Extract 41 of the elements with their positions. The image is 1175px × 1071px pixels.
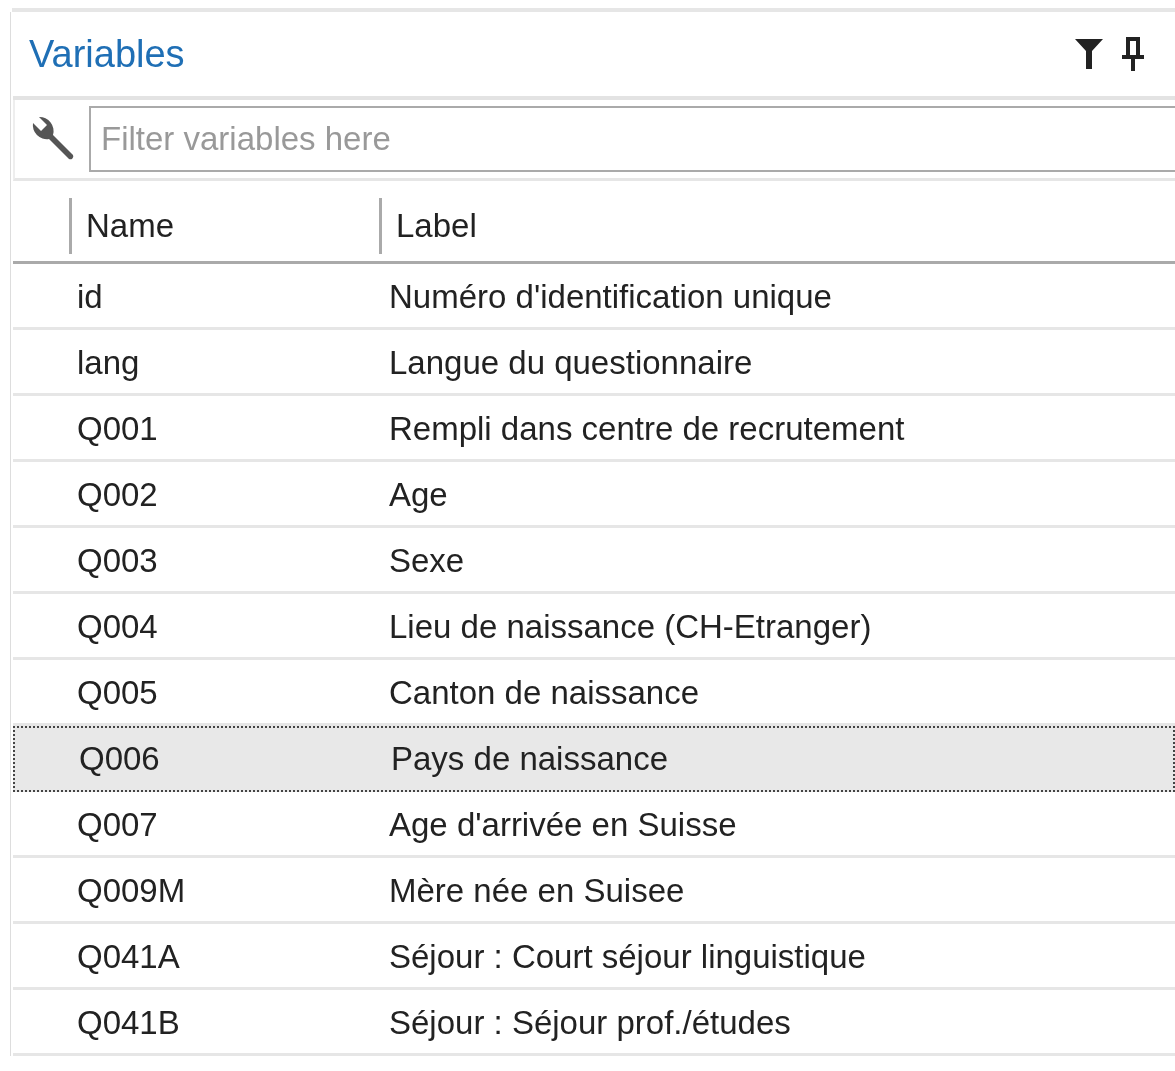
- pin-icon[interactable]: [1121, 37, 1145, 71]
- table-row[interactable]: Q004 Lieu de naissance (CH-Etranger): [13, 594, 1175, 660]
- name-cell-text: Q006: [78, 740, 161, 778]
- table-row[interactable]: Q007 Age d'arrivée en Suisse: [13, 792, 1175, 858]
- name-cell-text: Q041A: [76, 937, 181, 976]
- label-cell: Age: [389, 475, 448, 514]
- table-row[interactable]: lang Langue du questionnaire: [13, 330, 1175, 396]
- label-cell: Numéro d'identification unique: [389, 277, 832, 316]
- label-cell: Séjour : Séjour prof./études: [389, 1003, 791, 1042]
- name-cell-text: id: [76, 277, 104, 316]
- label-cell: Age d'arrivée en Suisse: [389, 805, 737, 844]
- name-cell-text: Q004: [76, 607, 159, 646]
- table-row[interactable]: Q041B Séjour : Séjour prof./études: [13, 990, 1175, 1056]
- label-cell: Langue du questionnaire: [389, 343, 753, 382]
- label-cell: Mère née en Suisee: [389, 871, 685, 910]
- column-header[interactable]: Label: [379, 198, 477, 254]
- name-cell-text: Q009M: [76, 871, 187, 910]
- name-cell-text: Q005: [76, 673, 159, 712]
- name-cell-text: lang: [76, 343, 141, 382]
- table-row[interactable]: Q001 Rempli dans centre de recrutement: [13, 396, 1175, 462]
- name-cell-text: Q007: [76, 805, 159, 844]
- table-row[interactable]: Q002 Age: [13, 462, 1175, 528]
- panel-title: Variables: [29, 32, 186, 76]
- table-row[interactable]: Q006 Pays de naissance: [13, 726, 1175, 792]
- name-cell-text: Q041B: [76, 1003, 181, 1042]
- name-cell-text: Q003: [76, 541, 159, 580]
- label-cell: Rempli dans centre de recrutement: [389, 409, 905, 448]
- name-cell-text: Q001: [76, 409, 159, 448]
- table-row[interactable]: Q041A Séjour : Court séjour linguistique: [13, 924, 1175, 990]
- label-cell: Sexe: [389, 541, 465, 580]
- label-cell: Séjour : Court séjour linguistique: [389, 937, 866, 976]
- label-cell: Pays de naissance: [391, 740, 668, 778]
- filter-icon[interactable]: [1075, 39, 1103, 69]
- name-cell-text: Q002: [76, 475, 159, 514]
- column-header[interactable]: Name: [69, 198, 379, 254]
- filter-field[interactable]: Filter variables here: [89, 106, 1175, 172]
- label-cell: Lieu de naissance (CH-Etranger): [389, 607, 872, 646]
- table-row[interactable]: Q009M Mère née en Suisee: [13, 858, 1175, 924]
- table-row[interactable]: id Numéro d'identification unique: [13, 264, 1175, 330]
- label-cell: Canton de naissance: [389, 673, 700, 712]
- table-row[interactable]: Q003 Sexe: [13, 528, 1175, 594]
